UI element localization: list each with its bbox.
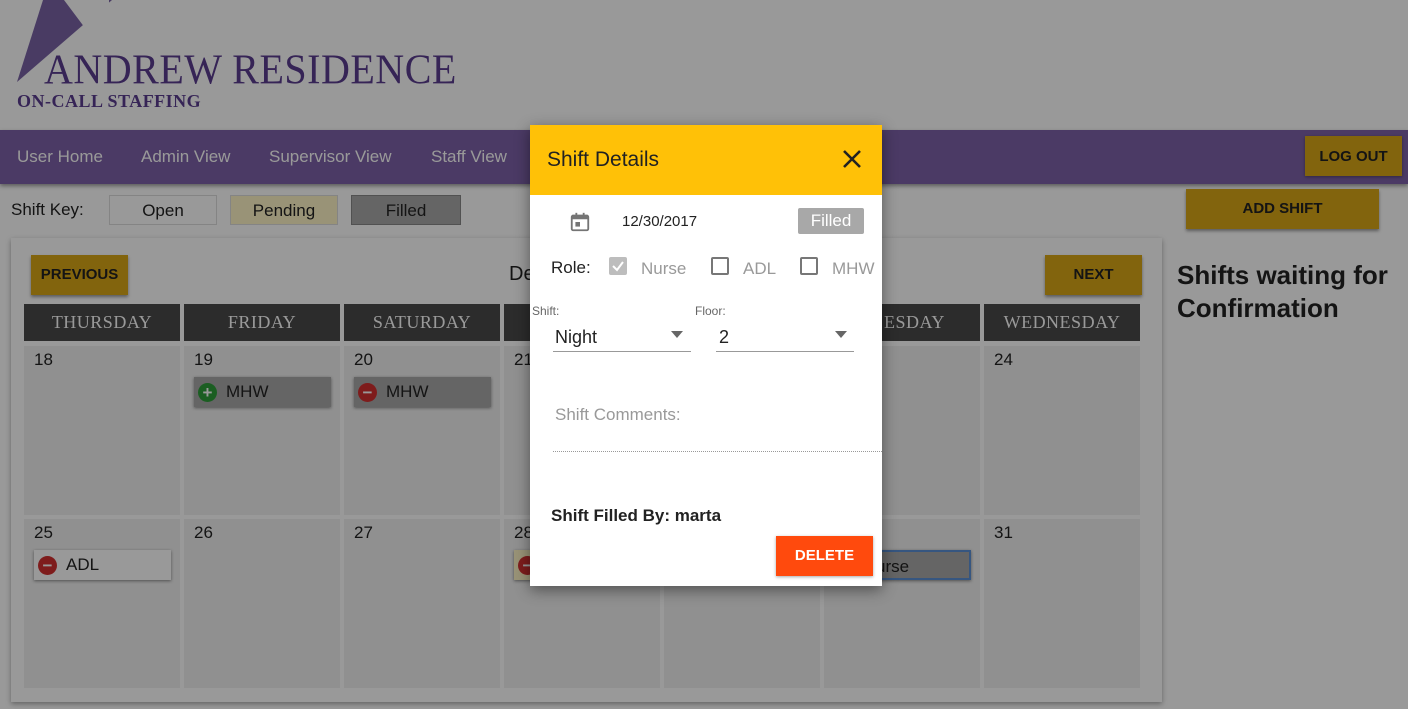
dialog-header: Shift Details [530,125,882,195]
mhw-checkbox[interactable] [800,257,818,275]
dropdown-arrow-icon [835,331,847,338]
dialog-title: Shift Details [547,148,660,171]
filled-by-text: Shift Filled By: marta [551,506,722,525]
shift-details-dialog: Shift Details 12/30/2017 Filled Role: Nu… [530,125,882,586]
mhw-label: MHW [832,259,875,278]
shift-select-value: Night [555,327,598,347]
role-label: Role: [551,258,591,277]
nurse-label: Nurse [641,259,687,278]
shift-select-underline [553,351,691,352]
status-badge: Filled [798,208,864,234]
shift-select-label: Shift: [532,304,560,318]
close-icon[interactable] [840,147,864,171]
shift-comments-field[interactable]: Shift Comments: [555,405,681,425]
date-field[interactable]: 12/30/2017 [622,213,697,230]
nurse-checkbox[interactable] [609,257,627,275]
delete-button[interactable]: DELETE [776,536,873,576]
floor-select-value: 2 [719,327,730,347]
calendar-icon[interactable] [569,211,591,233]
comments-underline [553,451,882,452]
adl-label: ADL [743,259,777,278]
check-icon [612,261,624,272]
floor-select-label: Floor: [695,304,726,318]
dropdown-arrow-icon [671,331,683,338]
adl-checkbox[interactable] [711,257,729,275]
floor-select-underline [716,351,854,352]
